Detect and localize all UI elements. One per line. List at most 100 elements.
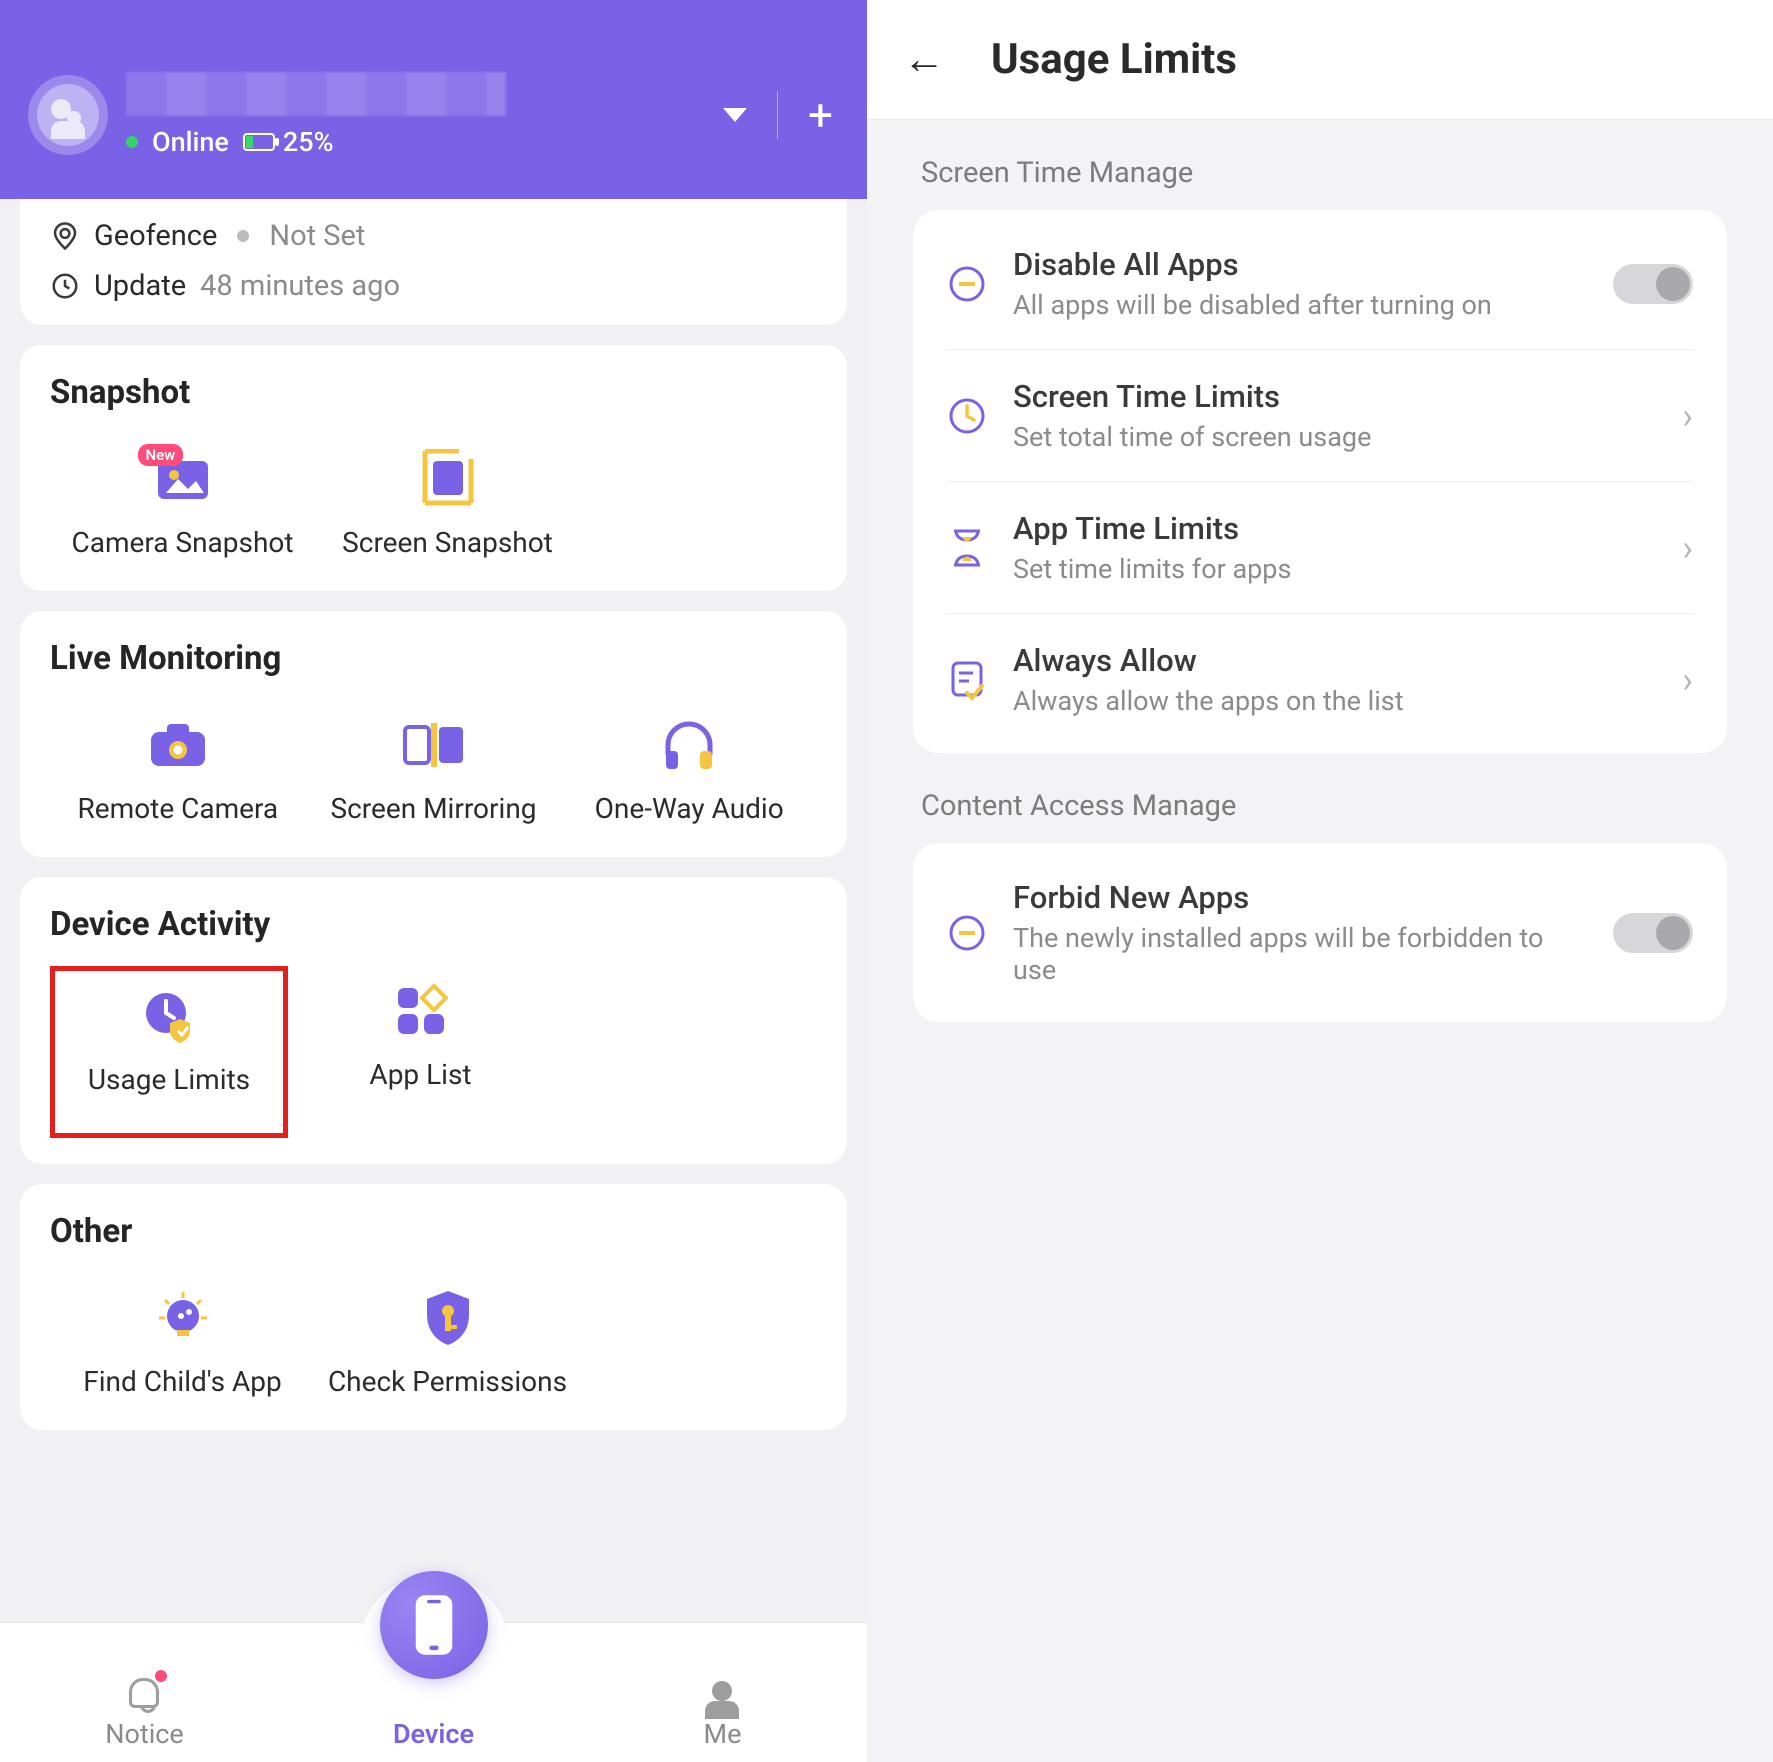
nav-me[interactable]: Me (579, 1672, 865, 1762)
battery-icon (243, 133, 275, 151)
live-title: Live Monitoring (50, 639, 817, 678)
app-list-label: App List (369, 1058, 471, 1091)
update-value: 48 minutes ago (200, 269, 400, 303)
screen-time-sub: Set total time of screen usage (1013, 421, 1656, 453)
disable-icon (947, 264, 987, 304)
disable-all-sub: All apps will be disabled after turning … (1013, 289, 1587, 321)
chevron-right-icon: › (1682, 395, 1693, 437)
camera-icon (147, 720, 209, 770)
camera-snapshot-label: Camera Snapshot (71, 526, 293, 559)
always-allow-sub: Always allow the apps on the list (1013, 685, 1656, 717)
find-child-app-label: Find Child's App (83, 1365, 281, 1398)
camera-snapshot-item[interactable]: New Camera Snapshot (50, 434, 315, 565)
remote-camera-item[interactable]: Remote Camera (50, 700, 306, 831)
chevron-right-icon: › (1682, 527, 1693, 569)
shield-key-icon (423, 1289, 473, 1347)
remote-camera-label: Remote Camera (78, 792, 279, 825)
one-way-audio-label: One-Way Audio (595, 792, 784, 825)
header-info: Online 25% (126, 72, 723, 158)
forbid-new-apps-row[interactable]: Forbid New Apps The newly installed apps… (947, 851, 1693, 1014)
nav-device-label: Device (393, 1718, 474, 1750)
always-allow-row[interactable]: Always Allow Always allow the apps on th… (947, 614, 1693, 745)
disable-all-apps-row[interactable]: Disable All Apps All apps will be disabl… (947, 218, 1693, 350)
screen-mirroring-label: Screen Mirroring (330, 792, 536, 825)
other-card: Other Find Child's App (20, 1184, 847, 1430)
device-status-card: Geofence Not Set Update 48 minutes ago (20, 199, 847, 325)
screen-time-limits-row[interactable]: Screen Time Limits Set total time of scr… (947, 350, 1693, 482)
nav-device[interactable]: Device (290, 1660, 576, 1762)
app-time-sub: Set time limits for apps (1013, 553, 1656, 585)
clock-outline-icon (947, 396, 987, 436)
update-label: Update (94, 269, 186, 303)
one-way-audio-item[interactable]: One-Way Audio (561, 700, 817, 831)
apps-icon (394, 984, 448, 1038)
content-access-section-label: Content Access Manage (921, 789, 1727, 823)
live-monitoring-card: Live Monitoring Remote Camera (20, 611, 847, 857)
device-icon (380, 1571, 488, 1679)
bulb-child-icon (155, 1290, 211, 1346)
forbid-new-toggle[interactable] (1613, 913, 1693, 953)
chevron-right-icon: › (1682, 659, 1693, 701)
snapshot-card: Snapshot New Camera Snapshot (20, 345, 847, 591)
device-dropdown-icon[interactable] (723, 108, 747, 122)
page-title: Usage Limits (991, 35, 1237, 84)
screen-time-title: Screen Time Limits (1013, 378, 1656, 415)
usage-limits-header: ← Usage Limits (867, 0, 1773, 120)
clock-shield-icon (140, 989, 198, 1043)
device-header: Online 25% + (0, 0, 867, 199)
headphones-icon (660, 719, 718, 771)
usage-limits-pane: ← Usage Limits Screen Time Manage Disabl… (867, 0, 1773, 1762)
device-activity-card: Device Activity Usage Limits (20, 877, 847, 1164)
nav-notice-label: Notice (105, 1718, 184, 1750)
avatar[interactable] (28, 75, 108, 155)
geofence-label: Geofence (94, 219, 217, 253)
activity-title: Device Activity (50, 905, 817, 944)
nav-notice[interactable]: Notice (1, 1672, 287, 1762)
other-title: Other (50, 1212, 817, 1251)
app-time-limits-row[interactable]: App Time Limits Set time limits for apps… (947, 482, 1693, 614)
person-icon (701, 1672, 743, 1714)
device-name-redacted (126, 72, 506, 116)
battery-percent: 25% (283, 126, 334, 158)
check-permissions-item[interactable]: Check Permissions (315, 1273, 580, 1404)
always-allow-title: Always Allow (1013, 642, 1656, 679)
disable-all-title: Disable All Apps (1013, 246, 1587, 283)
screen-snapshot-item[interactable]: Screen Snapshot (315, 434, 580, 565)
find-child-app-item[interactable]: Find Child's App (50, 1273, 315, 1404)
disable-all-toggle[interactable] (1613, 264, 1693, 304)
screen-time-card: Disable All Apps All apps will be disabl… (913, 210, 1727, 753)
check-permissions-label: Check Permissions (328, 1365, 567, 1398)
battery-indicator: 25% (243, 126, 334, 158)
snapshot-title: Snapshot (50, 373, 817, 412)
usage-limits-highlight: Usage Limits (50, 966, 288, 1138)
geofence-icon (50, 221, 80, 251)
divider (777, 91, 778, 139)
app-time-title: App Time Limits (1013, 510, 1656, 547)
usage-limits-label: Usage Limits (88, 1063, 250, 1096)
nav-me-label: Me (704, 1718, 742, 1750)
content-access-card: Forbid New Apps The newly installed apps… (913, 843, 1727, 1022)
bell-icon (123, 1672, 165, 1714)
new-badge: New (138, 444, 184, 466)
screen-mirroring-item[interactable]: Screen Mirroring (306, 700, 562, 831)
usage-limits-item[interactable]: Usage Limits (55, 971, 283, 1133)
geofence-row[interactable]: Geofence Not Set (50, 211, 817, 261)
mirror-icon (401, 721, 467, 769)
screen-time-section-label: Screen Time Manage (921, 156, 1727, 190)
forbid-new-sub: The newly installed apps will be forbidd… (1013, 922, 1587, 986)
back-button[interactable]: ← (903, 39, 945, 81)
bottom-nav: Notice Device Me (0, 1622, 867, 1762)
app-list-item[interactable]: App List (288, 966, 553, 1138)
geofence-value: Not Set (269, 219, 365, 253)
forbid-icon (947, 913, 987, 953)
device-dashboard-pane: Online 25% + Geofence Not Set (0, 0, 867, 1762)
screen-crop-icon (419, 449, 477, 509)
hourglass-icon (947, 528, 987, 568)
clock-icon (50, 271, 80, 301)
screen-snapshot-label: Screen Snapshot (342, 526, 553, 559)
update-row[interactable]: Update 48 minutes ago (50, 261, 817, 311)
list-check-icon (947, 660, 987, 700)
forbid-new-title: Forbid New Apps (1013, 879, 1587, 916)
online-status: Online (152, 126, 229, 158)
add-device-button[interactable]: + (808, 93, 833, 137)
